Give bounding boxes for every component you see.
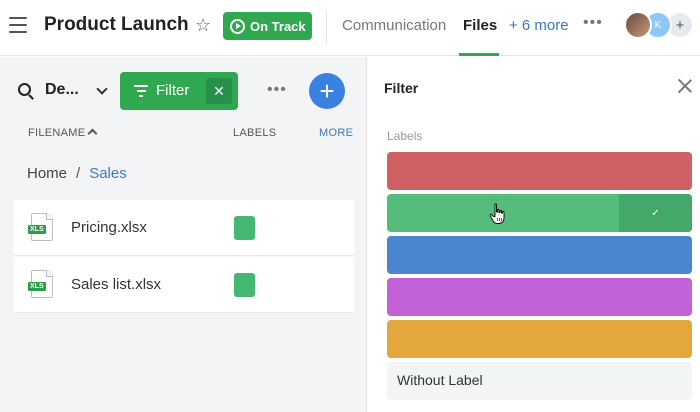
column-filename[interactable]: FILENAME (28, 127, 85, 139)
status-label: On Track (250, 18, 306, 34)
filter-panel-title: Filter (384, 80, 419, 96)
add-file-button[interactable]: + (309, 73, 345, 109)
breadcrumb-current[interactable]: Sales (89, 165, 127, 182)
filter-button[interactable]: Filter ✕ (120, 72, 238, 110)
filter-label: Filter (156, 82, 190, 99)
menu-icon[interactable] (9, 17, 27, 33)
labels-section-title: Labels (387, 129, 423, 143)
clear-filter-button[interactable]: ✕ (206, 78, 232, 104)
breadcrumb-separator: / (76, 165, 81, 182)
sort-up-icon[interactable] (87, 128, 98, 139)
tab-communication[interactable]: Communication (342, 17, 446, 34)
chevron-down-icon[interactable] (96, 83, 108, 95)
play-circle-icon (230, 18, 245, 34)
tab-more[interactable]: + 6 more (509, 17, 569, 34)
project-title: Product Launch (44, 14, 189, 35)
filter-panel: Filter Labels ✓ Without Label (366, 57, 700, 412)
file-row[interactable]: XLS Pricing.xlsx (14, 200, 354, 256)
breadcrumb: Home / Sales (27, 165, 127, 182)
file-name[interactable]: Pricing.xlsx (71, 219, 147, 236)
column-more-link[interactable]: MORE (319, 127, 353, 139)
folder-selector[interactable]: De... (45, 81, 79, 99)
label-chip[interactable] (234, 216, 255, 240)
avatar[interactable] (624, 11, 652, 39)
tab-files[interactable]: Files (463, 17, 497, 34)
label-option-purple[interactable] (387, 278, 692, 316)
check-icon: ✓ (619, 194, 692, 232)
search-icon[interactable] (18, 83, 31, 96)
label-chip[interactable] (234, 273, 255, 297)
status-badge[interactable]: On Track (223, 12, 312, 40)
active-tab-indicator (459, 53, 499, 56)
label-option-none[interactable]: Without Label (387, 362, 692, 400)
file-row[interactable]: XLS Sales list.xlsx (14, 257, 354, 313)
label-option-orange[interactable] (387, 320, 692, 358)
spreadsheet-file-icon: XLS (28, 213, 53, 241)
star-icon[interactable]: ☆ (195, 15, 211, 36)
breadcrumb-home[interactable]: Home (27, 165, 67, 182)
column-labels[interactable]: LABELS (233, 127, 276, 139)
hand-cursor-icon (489, 203, 505, 224)
filter-icon (134, 85, 148, 100)
files-panel: De... Filter ✕ ••• + FILENAME LABELS MOR… (0, 57, 366, 412)
header-divider (326, 10, 327, 44)
close-icon[interactable] (676, 77, 694, 95)
header: Product Launch ☆ On Track Communication … (0, 0, 700, 56)
label-option-red[interactable] (387, 152, 692, 190)
label-option-blue[interactable] (387, 236, 692, 274)
file-name[interactable]: Sales list.xlsx (71, 276, 161, 293)
header-more-icon[interactable]: ••• (583, 14, 603, 32)
label-option-green[interactable]: ✓ (387, 194, 692, 232)
more-options-icon[interactable]: ••• (267, 81, 287, 99)
spreadsheet-file-icon: XLS (28, 270, 53, 298)
